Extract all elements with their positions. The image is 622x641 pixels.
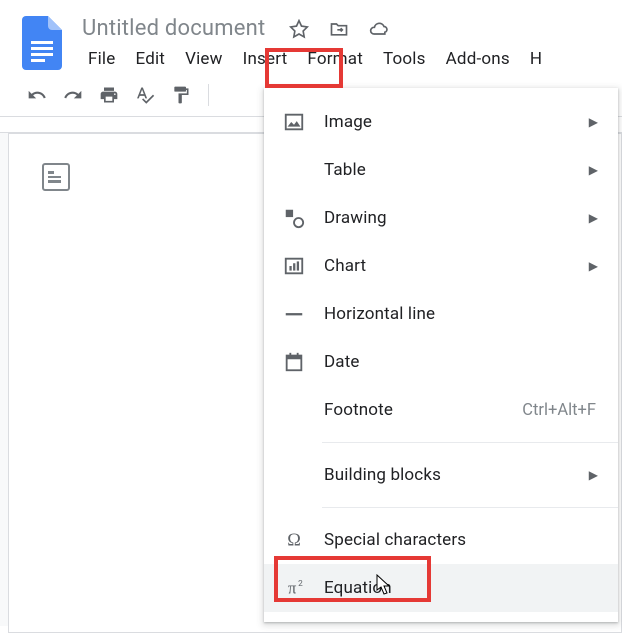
spellcheck-button[interactable] [130,80,160,110]
menu-item-equation[interactable]: π2 Equation [264,564,618,612]
menu-item-special-characters[interactable]: Ω Special characters [264,516,618,564]
cloud-icon[interactable] [369,19,389,39]
print-button[interactable] [94,80,124,110]
paint-format-button[interactable] [166,80,196,110]
menu-separator [322,442,618,443]
svg-text:π: π [288,579,297,598]
menu-help[interactable]: H [520,45,552,73]
menu-item-label: Special characters [324,530,600,550]
submenu-arrow-icon: ▶ [589,468,600,482]
menu-item-chart[interactable]: Chart ▶ [264,242,618,290]
menu-edit[interactable]: Edit [125,45,175,73]
building-blocks-icon [282,463,306,487]
menu-insert[interactable]: Insert [233,45,298,73]
menu-item-horizontal-line[interactable]: Horizontal line [264,290,618,338]
submenu-arrow-icon: ▶ [589,211,600,225]
svg-text:Ω: Ω [287,530,301,550]
undo-button[interactable] [22,80,52,110]
menu-item-label: Building blocks [324,465,589,485]
document-title[interactable]: Untitled document [80,14,267,43]
menu-item-building-blocks[interactable]: Building blocks ▶ [264,451,618,499]
redo-button[interactable] [58,80,88,110]
menu-item-drawing[interactable]: Drawing ▶ [264,194,618,242]
outline-button[interactable] [42,163,70,191]
star-icon[interactable] [289,19,309,39]
menu-item-date[interactable]: Date [264,338,618,386]
title-icons [289,19,389,39]
menu-item-label: Equation [324,578,600,598]
menu-tools[interactable]: Tools [373,45,436,73]
insert-dropdown: Image ▶ Table ▶ Drawing ▶ Chart ▶ Horizo… [264,88,618,622]
menu-item-table[interactable]: Table ▶ [264,146,618,194]
menu-bar: File Edit View Insert Format Tools Add-o… [78,45,622,73]
header-bar: Untitled document File Edit View Insert … [0,0,622,73]
submenu-arrow-icon: ▶ [589,163,600,177]
menu-file[interactable]: File [78,45,125,73]
menu-item-label: Date [324,352,600,372]
menu-addons[interactable]: Add-ons [436,45,520,73]
menu-item-shortcut: Ctrl+Alt+F [522,401,596,420]
omega-icon: Ω [282,528,306,552]
svg-text:2: 2 [298,579,303,589]
docs-logo-area [0,8,78,70]
menu-item-label: Horizontal line [324,304,600,324]
toolbar-separator [208,84,209,106]
drawing-icon [282,206,306,230]
title-row: Untitled document [78,14,622,43]
menu-item-label: Image [324,112,589,132]
menu-format[interactable]: Format [297,45,373,73]
menu-item-label: Table [324,160,589,180]
menu-item-label: Footnote [324,400,522,420]
image-icon [282,110,306,134]
move-icon[interactable] [329,19,349,39]
menu-item-label: Chart [324,256,589,276]
equation-icon: π2 [282,576,306,600]
submenu-arrow-icon: ▶ [589,115,600,129]
chart-icon [282,254,306,278]
menu-item-footnote[interactable]: Footnote Ctrl+Alt+F [264,386,618,434]
menu-view[interactable]: View [175,45,233,73]
horizontal-line-icon [282,302,306,326]
date-icon [282,350,306,374]
footnote-icon [282,398,306,422]
menu-item-label: Drawing [324,208,589,228]
title-menu-area: Untitled document File Edit View Insert … [78,8,622,73]
menu-item-image[interactable]: Image ▶ [264,98,618,146]
menu-separator [322,507,618,508]
submenu-arrow-icon: ▶ [589,259,600,273]
docs-logo-icon[interactable] [22,16,62,70]
table-icon [282,158,306,182]
